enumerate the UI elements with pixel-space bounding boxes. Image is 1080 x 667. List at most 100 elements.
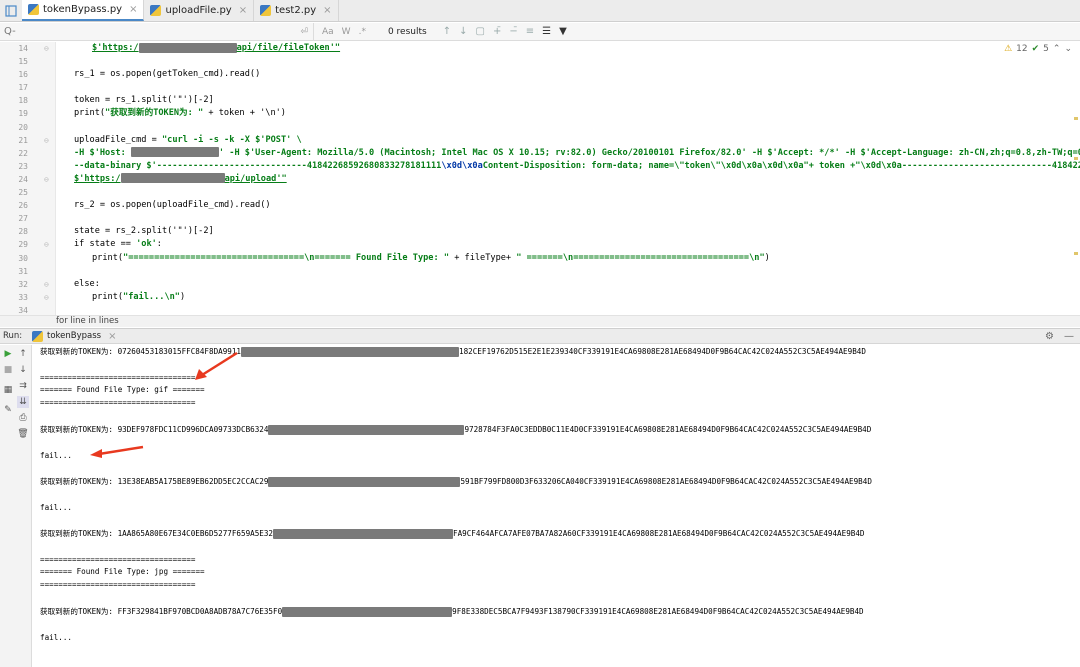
- soft-wrap-icon[interactable]: ⇉: [17, 380, 29, 392]
- string-literal: "fail...\n": [123, 291, 180, 302]
- remove-occurrence-icon[interactable]: −̄: [509, 26, 517, 37]
- settings-icon[interactable]: ⚙: [1045, 331, 1054, 342]
- code-text: else:: [74, 278, 100, 289]
- code-line: 32 ⊖ else:: [0, 278, 1080, 291]
- code-line: 25: [0, 186, 1080, 199]
- console-text: 获取到新的TOKEN为: 93DEF978FDC11CD996DCA09733D…: [40, 425, 269, 434]
- console-line: fail...: [40, 503, 73, 512]
- fold-icon[interactable]: ⊖: [44, 238, 49, 251]
- code-lines: 14 ⊖ $'https:/ api/file/fileToken'" 15 16 rs…: [0, 42, 1080, 315]
- console-line: fail...: [40, 633, 73, 642]
- down-arrow-icon[interactable]: ↓: [459, 26, 467, 37]
- url-string: api/file/fileToken'": [236, 43, 341, 53]
- tab-tokenbypass[interactable]: tokenBypass.py ×: [22, 0, 145, 21]
- fold-icon[interactable]: ⊖: [44, 291, 49, 304]
- warning-count: 12: [1016, 44, 1028, 54]
- code-text: $'https:/ api/upload'": [74, 173, 287, 186]
- fold-icon[interactable]: ⊖: [44, 278, 49, 291]
- regex-toggle[interactable]: .*: [359, 27, 366, 37]
- pin-icon[interactable]: ✎: [2, 404, 14, 416]
- run-icon[interactable]: ▶: [2, 348, 14, 360]
- select-all-icon[interactable]: ▢: [475, 26, 484, 37]
- scroll-to-end-icon[interactable]: ⇊: [17, 396, 29, 408]
- project-view-icon[interactable]: [0, 0, 22, 21]
- breadcrumb[interactable]: for line in lines: [0, 315, 1080, 327]
- redaction-bar: [130, 147, 219, 158]
- select-occurrences-icon[interactable]: ≡: [526, 26, 534, 37]
- code-line: 31: [0, 265, 1080, 278]
- multiline-icon[interactable]: ☰: [542, 26, 551, 37]
- line-number: 32: [18, 279, 28, 289]
- match-case-toggle[interactable]: Aa: [322, 27, 334, 37]
- line-number: 19: [18, 109, 28, 119]
- trash-icon[interactable]: 🗑: [17, 428, 29, 440]
- chevron-down-icon[interactable]: ⌄: [1064, 44, 1072, 54]
- code-text: --data-binary $'------------------------…: [74, 160, 1080, 173]
- redaction-bar: [120, 173, 225, 184]
- scrollbar-markers[interactable]: [1074, 102, 1078, 302]
- code-text: -H $'Host: ' -H $'User-Agent: Mozilla/5.…: [74, 147, 1080, 160]
- line-number: 15: [18, 57, 28, 67]
- code-segment: print(: [92, 291, 124, 302]
- python-file-icon: [150, 5, 162, 16]
- close-icon[interactable]: ×: [108, 331, 116, 342]
- chevron-up-icon[interactable]: ⌃: [1053, 44, 1061, 54]
- url-string: api/upload'": [224, 173, 287, 184]
- up-arrow-icon[interactable]: ↑: [17, 348, 29, 360]
- line-number: 30: [18, 253, 28, 263]
- code-line: 30 print("===============================…: [0, 252, 1080, 265]
- layout-icon[interactable]: ▦: [2, 384, 14, 396]
- console-line: 获取到新的TOKEN为: 93DEF978FDC11CD996DCA09733D…: [40, 424, 871, 435]
- check-icon: ✔: [1031, 44, 1040, 54]
- code-text: print("fail...\n"): [92, 291, 185, 304]
- close-icon[interactable]: ×: [239, 5, 247, 16]
- stop-icon[interactable]: ■: [2, 364, 14, 376]
- redaction-bar: [268, 425, 465, 435]
- code-text: rs_2 = os.popen(uploadFile_cmd).read(): [74, 200, 271, 211]
- console-line: ======= Found File Type: jpg =======: [40, 567, 205, 576]
- add-occurrence-icon[interactable]: +̄: [493, 26, 501, 37]
- fold-icon[interactable]: ⊖: [44, 173, 49, 186]
- code-line: 16 rs_1 = os.popen(getToken_cmd).read(): [0, 68, 1080, 81]
- print-icon[interactable]: ⎙: [17, 412, 29, 424]
- tab-label: uploadFile.py: [165, 5, 232, 16]
- line-number: 34: [18, 305, 28, 315]
- redaction-bar: [138, 42, 237, 53]
- fold-icon[interactable]: ⊖: [44, 42, 49, 55]
- redaction-bar: [241, 347, 460, 357]
- string-literal: "==================================\n===…: [123, 252, 450, 263]
- search-input[interactable]: Q- ⏎: [0, 23, 314, 40]
- code-editor[interactable]: 14 ⊖ $'https:/ api/file/fileToken'" 15 16 rs…: [0, 42, 1080, 315]
- close-icon[interactable]: ×: [129, 4, 137, 15]
- up-arrow-icon[interactable]: ↑: [443, 26, 451, 37]
- run-tab-label: tokenBypass: [47, 331, 102, 341]
- code-line: 18 token = rs_1.split('"')[-2]: [0, 94, 1080, 107]
- code-segment: ): [179, 291, 186, 302]
- line-number: 26: [18, 201, 28, 211]
- run-label: Run:: [3, 331, 23, 341]
- words-toggle[interactable]: W: [342, 27, 351, 37]
- code-line: 27: [0, 212, 1080, 225]
- down-arrow-icon[interactable]: ↓: [17, 364, 29, 376]
- new-line-icon[interactable]: ⏎: [300, 27, 308, 37]
- run-tab[interactable]: tokenBypass ×: [26, 330, 122, 342]
- minimize-icon[interactable]: —: [1064, 331, 1074, 342]
- code-line: 26 rs_2 = os.popen(uploadFile_cmd).read(): [0, 199, 1080, 212]
- fold-icon[interactable]: ⊖: [44, 134, 49, 147]
- close-icon[interactable]: ×: [323, 5, 331, 16]
- line-number: 33: [18, 292, 28, 302]
- code-line: 19 print("获取到新的TOKEN为: " + token + '\n'): [0, 107, 1080, 120]
- code-segment: uploadFile_cmd =: [74, 134, 162, 145]
- code-line: 15: [0, 55, 1080, 68]
- console-line: ==================================: [40, 555, 196, 564]
- code-text: if state == 'ok':: [74, 238, 162, 251]
- filter-icon[interactable]: ▼: [559, 26, 567, 37]
- console-line: ==================================: [40, 373, 196, 382]
- tab-label: tokenBypass.py: [43, 4, 123, 15]
- inspection-widget[interactable]: ⚠ 12 ✔ 5 ⌃ ⌄: [1004, 44, 1072, 54]
- tab-test2[interactable]: test2.py ×: [254, 0, 339, 21]
- tab-uploadfile[interactable]: uploadFile.py ×: [144, 0, 255, 21]
- code-segment: ): [764, 252, 770, 263]
- console-output[interactable]: 获取到新的TOKEN为: 07260453183015FFC84F8DA9911…: [33, 345, 1078, 667]
- console-line: 获取到新的TOKEN为: FF3F329841BF970BCD0A8ADB78A…: [40, 606, 864, 617]
